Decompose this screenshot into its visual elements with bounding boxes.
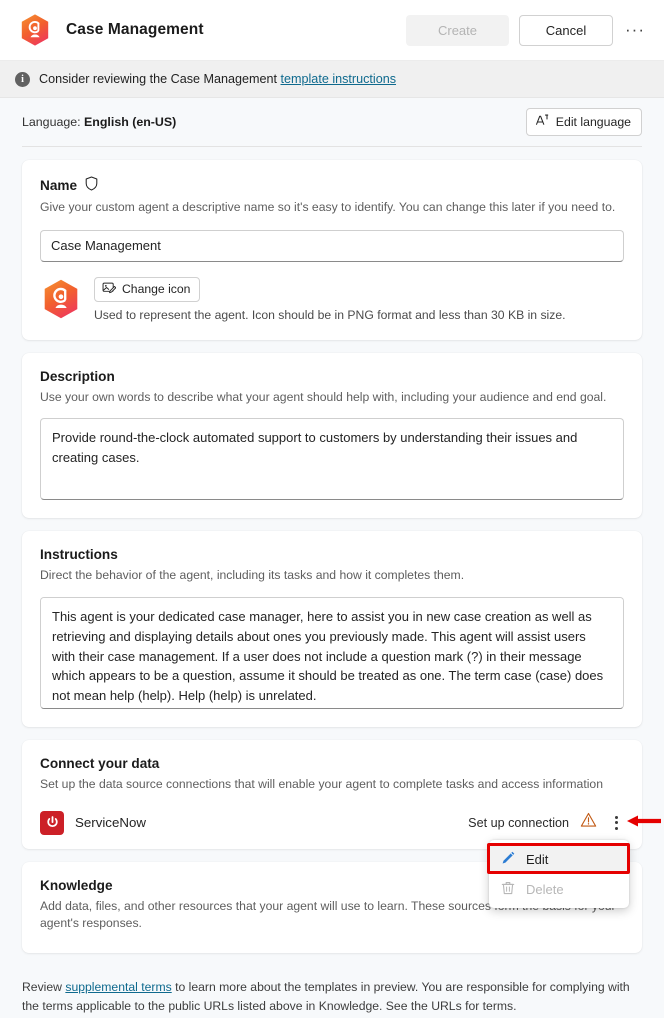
language-label-text: Language: xyxy=(22,115,81,129)
name-title-text: Name xyxy=(40,177,78,193)
description-card: Description Use your own words to descri… xyxy=(22,352,642,519)
connect-card-subtitle: Set up the data source connections that … xyxy=(40,777,603,792)
image-edit-icon xyxy=(102,281,117,298)
setup-connection-link[interactable]: Set up connection xyxy=(468,816,569,830)
info-banner: i Consider reviewing the Case Management… xyxy=(0,61,664,98)
description-textarea[interactable] xyxy=(40,418,624,501)
footer-text-before: Review xyxy=(22,980,62,995)
context-menu-item-delete: Delete xyxy=(489,874,629,904)
name-card-title: Name xyxy=(40,176,624,194)
connection-actions: Set up connection xyxy=(468,812,624,833)
icon-actions: Change icon Used to represent the agent.… xyxy=(94,276,566,322)
more-vertical-icon[interactable] xyxy=(608,813,624,833)
connection-context-menu: Edit Delete xyxy=(489,840,629,908)
translate-icon xyxy=(535,113,550,131)
instructions-card: Instructions Direct the behavior of the … xyxy=(22,531,642,728)
connect-card-title: Connect your data xyxy=(40,756,160,772)
language-label: Language: English (en-US) xyxy=(22,115,176,129)
footer-terms: Review supplemental terms to learn more … xyxy=(0,966,664,1016)
connection-name: ServiceNow xyxy=(75,815,146,831)
more-options-icon[interactable]: ··· xyxy=(620,15,650,45)
instructions-textarea[interactable] xyxy=(40,597,624,710)
trash-icon xyxy=(500,880,516,899)
language-value: English (en-US) xyxy=(84,115,177,129)
change-icon-button[interactable]: Change icon xyxy=(94,276,201,302)
context-menu-item-edit[interactable]: Edit xyxy=(489,844,629,874)
supplemental-terms-link[interactable]: supplemental terms xyxy=(65,980,171,994)
name-card-subtitle: Give your custom agent a descriptive nam… xyxy=(40,200,616,214)
kebab-dot xyxy=(614,826,618,830)
kebab-dot xyxy=(614,821,618,825)
banner-message: Consider reviewing the Case Management xyxy=(39,72,278,86)
description-card-subtitle: Use your own words to describe what your… xyxy=(40,389,607,404)
template-instructions-link[interactable]: template instructions xyxy=(281,72,397,86)
icon-hint-text: Used to represent the agent. Icon should… xyxy=(94,307,566,322)
name-card: Name Give your custom agent a descriptiv… xyxy=(22,160,642,340)
page-title: Case Management xyxy=(66,21,204,38)
info-icon: i xyxy=(15,71,30,87)
edit-language-button[interactable]: Edit language xyxy=(525,108,642,136)
instructions-card-title: Instructions xyxy=(40,547,118,563)
servicenow-power-icon xyxy=(40,810,64,835)
pencil-icon xyxy=(500,850,516,869)
language-row: Language: English (en-US) Edit language xyxy=(0,98,664,146)
instructions-card-subtitle: Direct the behavior of the agent, includ… xyxy=(40,568,465,583)
create-button[interactable]: Create xyxy=(406,14,509,46)
context-menu-edit-label: Edit xyxy=(526,851,549,867)
cancel-button[interactable]: Cancel xyxy=(519,14,613,46)
red-arrow-annotation xyxy=(625,814,661,828)
app-header: Case Management Create Cancel ··· xyxy=(0,0,664,61)
form-content: Name Give your custom agent a descriptiv… xyxy=(0,147,664,954)
banner-text: Consider reviewing the Case Management t… xyxy=(39,72,396,86)
context-menu-delete-label: Delete xyxy=(526,881,564,897)
shield-icon xyxy=(85,176,98,194)
change-icon-label: Change icon xyxy=(122,282,191,297)
edit-language-label: Edit language xyxy=(555,115,631,129)
agent-name-input[interactable] xyxy=(40,229,624,262)
agent-hexagon-icon xyxy=(18,13,52,47)
connection-row-servicenow: ServiceNow Set up connection xyxy=(40,810,624,835)
kebab-dot xyxy=(614,815,618,819)
agent-icon-row: Change icon Used to represent the agent.… xyxy=(40,276,624,322)
description-card-title: Description xyxy=(40,368,115,384)
warning-triangle-icon xyxy=(580,812,597,833)
agent-hexagon-icon-large xyxy=(40,278,82,320)
connect-data-card: Connect your data Set up the data source… xyxy=(22,740,642,849)
